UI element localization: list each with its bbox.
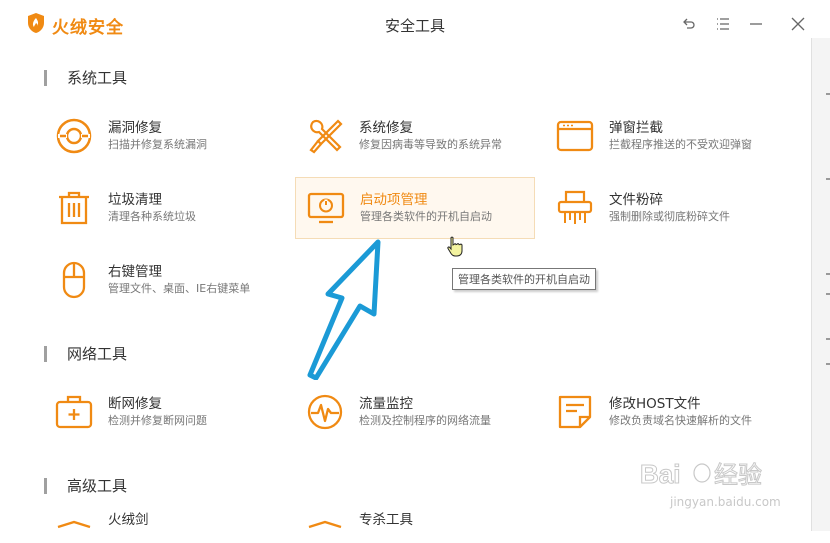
first-aid-kit-icon [54, 392, 94, 432]
tool-desc: 强制删除或彻底粉碎文件 [609, 210, 730, 223]
vertical-scrollbar[interactable] [811, 38, 830, 531]
close-button[interactable] [788, 14, 808, 34]
tool-desc: 管理各类软件的开机自启动 [360, 210, 492, 223]
shield-icon [54, 513, 94, 533]
tool-name: 修改HOST文件 [609, 396, 701, 412]
menu-button[interactable] [713, 14, 733, 34]
watermark-url: jingyan.baidu.com [670, 495, 781, 509]
tool-name: 文件粉碎 [609, 192, 663, 208]
close-icon [791, 17, 805, 31]
section-marker [44, 69, 47, 86]
section-marker [44, 345, 47, 362]
baidu-watermark: Bai 经验 jingyan.baidu.com [640, 455, 810, 515]
section-title: 系统工具 [67, 69, 128, 87]
tool-name: 火绒剑 [108, 512, 149, 528]
wrench-screwdriver-icon [305, 116, 345, 156]
annotation-arrow [307, 239, 381, 380]
mouse-icon [54, 260, 94, 300]
popup-window-icon [555, 116, 595, 156]
tool-name: 弹窗拦截 [609, 120, 663, 136]
tool-loophole-repair[interactable]: 漏洞修复 扫描并修复系统漏洞 [44, 105, 284, 167]
tool-traffic-monitor[interactable]: 流量监控 检测及控制程序的网络流量 [295, 381, 535, 443]
tooltip: 管理各类软件的开机自启动 [452, 268, 596, 290]
tool-system-repair[interactable]: 系统修复 修复因病毒等导致的系统异常 [295, 105, 535, 167]
tool-name: 系统修复 [359, 120, 413, 136]
tool-huorong-sword[interactable]: 火绒剑 [44, 513, 284, 543]
section-title: 高级工具 [67, 477, 128, 495]
tool-name: 流量监控 [359, 396, 413, 412]
tool-popup-block[interactable]: 弹窗拦截 拦截程序推送的不受欢迎弹窗 [545, 105, 785, 167]
tool-name: 专杀工具 [359, 512, 413, 528]
section-marker [44, 477, 47, 494]
hand-cursor-icon [447, 236, 463, 257]
trash-icon [54, 188, 94, 228]
special-kill-icon [305, 513, 345, 533]
tool-desc: 修改负责域名快速解析的文件 [609, 414, 752, 427]
tool-special-kill[interactable]: 专杀工具 [295, 513, 535, 543]
tool-network-repair[interactable]: 断网修复 检测并修复断网问题 [44, 381, 284, 443]
section-title: 网络工具 [67, 345, 128, 363]
security-tools-window: 火绒安全 安全工具 系统工具 漏洞修复 扫描并修复系统漏洞 系统修复 修复因病毒… [0, 0, 812, 531]
tool-modify-host[interactable]: 修改HOST文件 修改负责域名快速解析的文件 [545, 381, 785, 443]
undo-icon [683, 18, 695, 29]
back-button[interactable] [679, 14, 699, 34]
tool-desc: 拦截程序推送的不受欢迎弹窗 [609, 138, 752, 151]
tool-junk-cleanup[interactable]: 垃圾清理 清理各种系统垃圾 [44, 177, 284, 239]
minimize-button[interactable] [746, 14, 766, 34]
tool-name: 漏洞修复 [108, 120, 162, 136]
window-title: 安全工具 [384, 17, 445, 35]
tool-desc: 检测及控制程序的网络流量 [359, 414, 491, 427]
tool-right-click-manager[interactable]: 右键管理 管理文件、桌面、IE右键菜单 [44, 249, 284, 311]
pulse-icon [305, 392, 345, 432]
tool-desc: 管理文件、桌面、IE右键菜单 [108, 282, 251, 295]
title-bar: 火绒安全 安全工具 [0, 0, 812, 48]
menu-icon [717, 18, 729, 30]
tool-name: 右键管理 [108, 264, 162, 280]
section-network-tools: 网络工具 [44, 343, 127, 364]
tool-desc: 修复因病毒等导致的系统异常 [359, 138, 502, 151]
minimize-icon [750, 23, 762, 25]
svg-text:经验: 经验 [714, 462, 762, 489]
document-icon [555, 392, 595, 432]
tool-desc: 检测并修复断网问题 [108, 414, 207, 427]
baidu-logo-icon: Bai 经验 [640, 459, 763, 490]
section-system-tools: 系统工具 [44, 67, 127, 88]
section-advanced-tools: 高级工具 [44, 475, 127, 496]
startup-monitor-icon [306, 188, 346, 228]
tool-name: 断网修复 [108, 396, 162, 412]
tool-name: 启动项管理 [360, 192, 428, 208]
tool-desc: 清理各种系统垃圾 [108, 210, 196, 223]
loophole-repair-icon [54, 116, 94, 156]
svg-text:Bai: Bai [640, 459, 680, 489]
tool-name: 垃圾清理 [108, 192, 162, 208]
shredder-icon [555, 188, 595, 228]
tool-desc: 扫描并修复系统漏洞 [108, 138, 207, 151]
tool-file-shredder[interactable]: 文件粉碎 强制删除或彻底粉碎文件 [545, 177, 785, 239]
